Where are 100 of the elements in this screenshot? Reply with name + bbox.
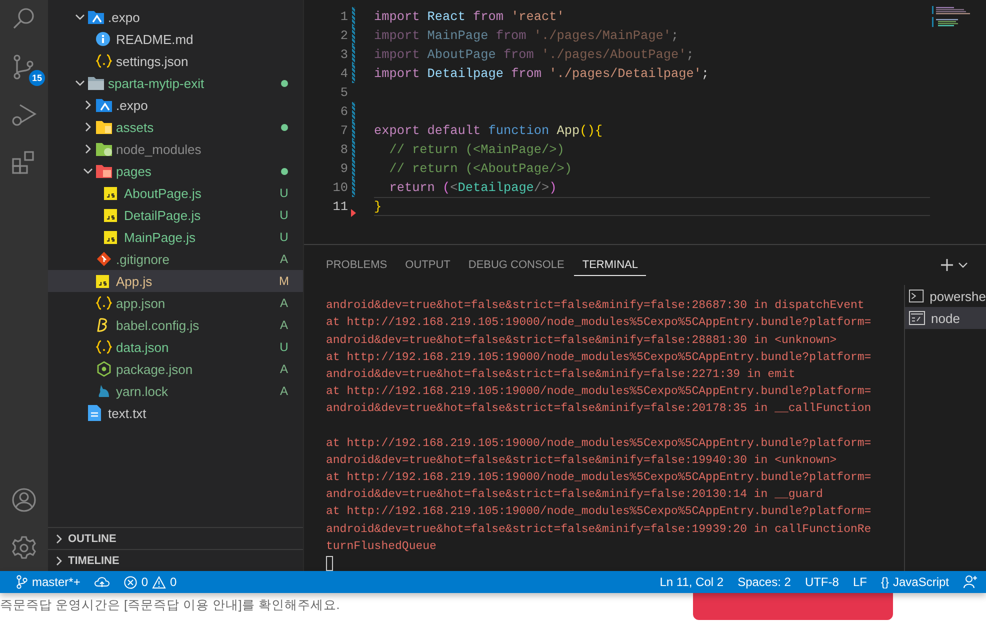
file-tree-item[interactable]: text.txt xyxy=(48,402,303,424)
status-item[interactable]: LF xyxy=(852,575,867,589)
cat-icon xyxy=(96,383,112,399)
caret-icon[interactable] xyxy=(958,260,968,270)
braces-icon xyxy=(96,340,112,354)
cloud-icon[interactable] xyxy=(94,576,110,588)
file-tree-item[interactable]: .gitignore A xyxy=(48,248,303,270)
panel-tab[interactable]: PROBLEMS xyxy=(318,254,396,276)
terminal-session[interactable]: powershe xyxy=(905,285,986,308)
terminal-icon xyxy=(909,311,925,326)
line-number: 6 xyxy=(339,104,348,119)
code-line: return (<Detailpage/>) xyxy=(388,180,557,195)
folder-icon xyxy=(96,98,112,112)
folder-icon xyxy=(88,76,104,90)
status-item[interactable]: Spaces: 2 xyxy=(738,575,791,589)
extensions-icon[interactable] xyxy=(11,150,37,176)
status-item[interactable]: Ln 11, Col 2 xyxy=(660,575,724,589)
line-number: 10 xyxy=(332,180,348,195)
code-line: export default function App(){ xyxy=(374,123,602,138)
text-file-icon xyxy=(88,405,101,421)
file-tree-item[interactable]: assets xyxy=(48,116,303,138)
warning-icon xyxy=(152,576,166,588)
terminal-cursor xyxy=(326,556,333,571)
js-file-icon xyxy=(104,230,117,244)
file-tree-item[interactable]: babel.config.js A xyxy=(48,314,303,336)
js-file-icon xyxy=(96,274,109,288)
chevron-icon[interactable] xyxy=(83,166,93,176)
line-number: 3 xyxy=(339,47,348,62)
file-tree-item[interactable]: yarn.lock A xyxy=(48,380,303,402)
run-debug-icon[interactable] xyxy=(11,102,37,128)
chevron-icon[interactable] xyxy=(83,100,93,110)
branch-status[interactable]: master*+ xyxy=(16,575,80,589)
file-tree-item[interactable]: node_modules xyxy=(48,138,303,160)
problems-status[interactable]: 0 0 xyxy=(124,575,177,589)
panel-tab[interactable]: DEBUG CONSOLE xyxy=(460,254,572,276)
file-tree-item[interactable]: AboutPage.js U xyxy=(48,182,303,204)
info-icon xyxy=(96,32,110,46)
terminal-line: at http://192.168.219.105:19000/node_modules%5Cexpo%5CAppEntry.bundle?platform= xyxy=(326,470,872,486)
code-line: import Detailpage from './pages/Detailpage'; xyxy=(374,66,710,81)
terminal-line: at http://192.168.219.105:19000/node_modules%5Cexpo%5CAppEntry.bundle?platform= xyxy=(326,350,872,366)
terminal-line: android&dev=true&hot=false&strict=false&minify=false:19939:20 in callFunctionRe xyxy=(326,522,872,538)
terminal-line: turnFlushedQueue xyxy=(326,538,438,555)
add-icon[interactable] xyxy=(940,258,954,272)
chevron-icon[interactable] xyxy=(54,556,64,566)
folder-icon xyxy=(96,164,112,178)
code-line: import MainPage from './pages/MainPage'; xyxy=(374,28,679,43)
file-tree-item[interactable]: README.md xyxy=(48,28,303,50)
notice-text: 즉문즉답 운영시간은 [즉문즉답 이용 안내]를 확인해주세요. xyxy=(0,597,340,614)
file-tree-item[interactable]: sparta-mytip-exit xyxy=(48,72,303,94)
code-line: import AboutPage from './pages/AboutPage'; xyxy=(374,47,694,62)
count-badge: 15 xyxy=(29,70,45,86)
js-file-icon xyxy=(104,186,117,200)
code-line: import React from 'react' xyxy=(374,9,564,24)
terminal-icon xyxy=(909,289,924,304)
line-number: 9 xyxy=(339,161,348,176)
section-header[interactable]: OUTLINE xyxy=(48,527,303,549)
code-line: // return (<MainPage/>) xyxy=(388,142,564,157)
chevron-icon[interactable] xyxy=(83,122,93,132)
chevron-icon[interactable] xyxy=(75,78,85,88)
terminal-line: at http://192.168.219.105:19000/node_modules%5Cexpo%5CAppEntry.bundle?platform= xyxy=(326,384,872,400)
file-tree-item[interactable]: app.json A xyxy=(48,292,303,314)
file-tree-item[interactable]: package.json A xyxy=(48,358,303,380)
folder-icon xyxy=(88,10,104,24)
code-line: // return (<AboutPage/>) xyxy=(388,161,572,176)
file-tree-item[interactable]: MainPage.js U xyxy=(48,226,303,248)
terminal-line: android&dev=true&hot=false&strict=false&minify=false:28687:30 in dispatchEvent xyxy=(326,298,866,314)
file-tree-item[interactable]: data.json U xyxy=(48,336,303,358)
terminal-line: android&dev=true&hot=false&strict=false&minify=false:19940:30 in <unknown> xyxy=(326,452,838,469)
status-item[interactable]: UTF-8 xyxy=(804,575,839,589)
file-tree-item[interactable]: .expo xyxy=(48,94,303,116)
braces-icon xyxy=(96,296,112,310)
line-number: 1 xyxy=(339,9,348,24)
branch-icon xyxy=(16,575,28,589)
babel-icon xyxy=(96,318,110,332)
terminal-line: at http://192.168.219.105:19000/node_modules%5Cexpo%5CAppEntry.bundle?platform= xyxy=(326,436,872,452)
account-icon[interactable] xyxy=(11,487,37,513)
line-number: 7 xyxy=(339,123,348,138)
terminal-line: android&dev=true&hot=false&strict=false&minify=false:28881:30 in <unknown> xyxy=(326,332,838,349)
line-number: 11 xyxy=(332,199,348,214)
panel-tab[interactable]: TERMINAL xyxy=(574,254,646,276)
terminal-session[interactable]: node xyxy=(905,307,986,330)
chevron-icon[interactable] xyxy=(75,12,85,22)
terminal-line: at http://192.168.219.105:19000/node_modules%5Cexpo%5CAppEntry.bundle?platform= xyxy=(326,315,872,332)
line-number: 4 xyxy=(339,66,348,81)
code-line: } xyxy=(374,199,382,214)
chevron-icon[interactable] xyxy=(83,144,93,154)
file-tree-item[interactable]: pages xyxy=(48,160,303,182)
terminal-line: android&dev=true&hot=false&strict=false&minify=false:20178:35 in __callFunction xyxy=(326,401,872,418)
settings-icon[interactable] xyxy=(11,535,37,561)
feedback-icon[interactable] xyxy=(963,575,978,589)
language-status[interactable]: {} JavaScript xyxy=(880,575,949,589)
file-tree-item[interactable]: App.js M xyxy=(48,270,303,292)
line-number: 2 xyxy=(339,28,348,43)
chevron-icon[interactable] xyxy=(54,534,64,544)
line-number: 8 xyxy=(339,142,348,157)
terminal-line: at http://192.168.219.105:19000/node_modules%5Cexpo%5CAppEntry.bundle?platform= xyxy=(326,504,872,520)
panel-tab[interactable]: OUTPUT xyxy=(397,254,458,276)
file-tree-item[interactable]: DetailPage.js U xyxy=(48,204,303,226)
file-tree-item[interactable]: settings.json xyxy=(48,50,303,72)
file-tree-item[interactable]: .expo xyxy=(48,6,303,28)
